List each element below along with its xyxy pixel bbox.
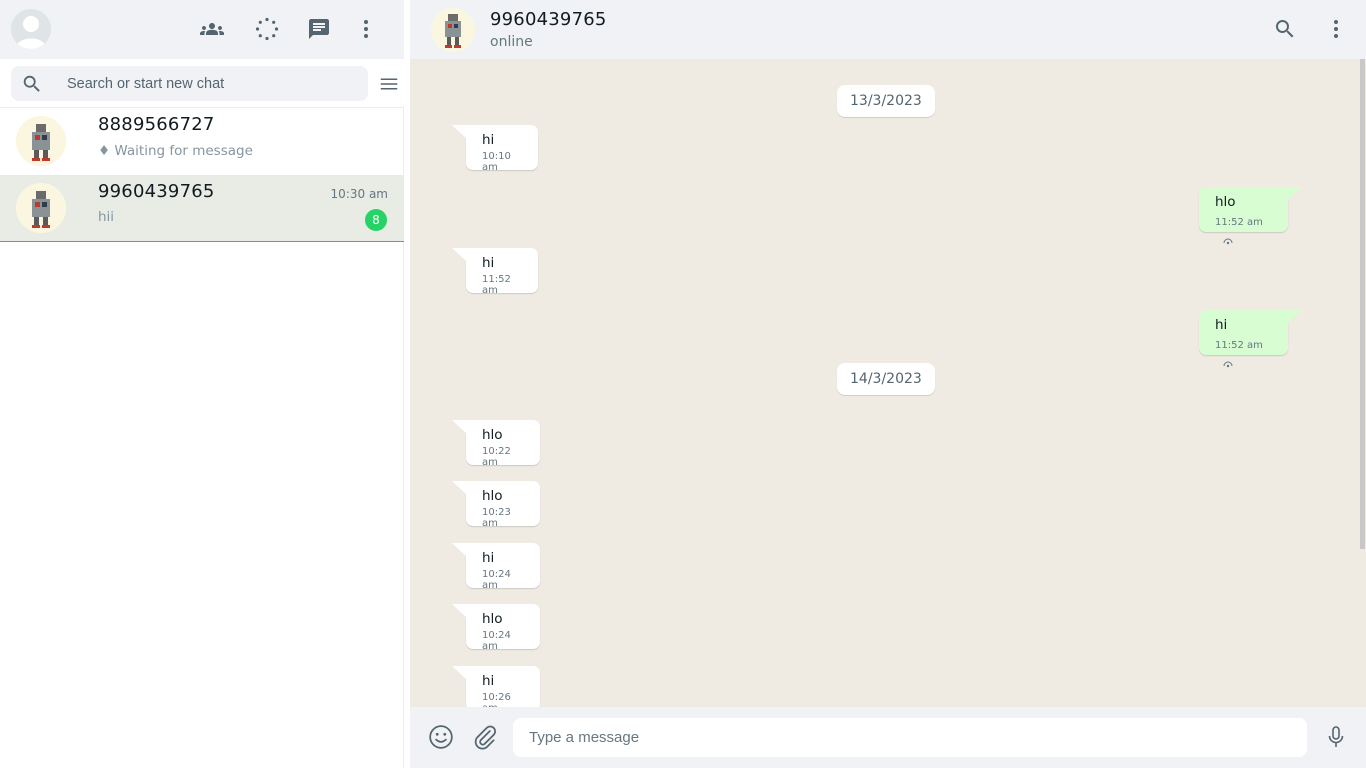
- communities-icon[interactable]: [198, 15, 226, 43]
- incoming-message[interactable]: hi 10:10 am: [452, 125, 538, 173]
- search-input[interactable]: [67, 66, 357, 101]
- message-text: hlo: [1215, 194, 1236, 210]
- message-text: hlo: [482, 427, 503, 443]
- message-time: 10:24 am: [482, 630, 511, 652]
- incoming-message[interactable]: hi 11:52 am: [452, 248, 538, 296]
- search-icon[interactable]: [21, 73, 43, 95]
- my-profile-avatar[interactable]: [11, 9, 51, 49]
- search-bar: [0, 59, 404, 108]
- message-time: 10:26 am: [482, 692, 511, 707]
- contact-status: online: [490, 34, 533, 50]
- robot-avatar-icon: [16, 183, 66, 233]
- menu-icon[interactable]: [352, 15, 380, 43]
- chat-time: 10:30 am: [330, 187, 388, 201]
- read-receipt-icon: [1223, 238, 1233, 245]
- contact-avatar: [16, 183, 66, 233]
- left-header: [0, 0, 404, 59]
- emoji-icon[interactable]: [428, 724, 454, 750]
- message-text: hlo: [482, 488, 503, 504]
- message-time: 10:10 am: [482, 151, 511, 173]
- composer-bar: [410, 707, 1366, 768]
- incoming-message[interactable]: hlo 10:22 am: [452, 420, 540, 468]
- default-avatar-icon: [11, 9, 51, 49]
- outgoing-message[interactable]: hlo 11:52 am: [1199, 187, 1302, 245]
- chat-preview: hii: [98, 209, 115, 225]
- message-text: hi: [482, 550, 495, 566]
- search-icon[interactable]: [1271, 15, 1299, 43]
- unread-count-badge: 8: [365, 209, 387, 231]
- attach-icon[interactable]: [472, 724, 498, 750]
- message-box[interactable]: [513, 718, 1307, 757]
- menu-icon[interactable]: [1322, 15, 1350, 43]
- message-time: 10:22 am: [482, 446, 511, 468]
- incoming-message[interactable]: hlo 10:24 am: [452, 604, 540, 652]
- incoming-message[interactable]: hlo 10:23 am: [452, 481, 540, 529]
- incoming-message[interactable]: hi 10:24 am: [452, 543, 540, 591]
- date-divider: 13/3/2023: [837, 85, 935, 117]
- scrollbar[interactable]: [1360, 59, 1365, 549]
- message-list[interactable]: 13/3/2023 hi 10:10 am hlo 11:52 am hi 11…: [410, 59, 1366, 707]
- chat-preview: ♦ Waiting for message: [98, 143, 253, 159]
- robot-avatar-icon: [16, 116, 66, 166]
- status-icon[interactable]: [253, 15, 281, 43]
- conversation-header[interactable]: 9960439765 online: [410, 0, 1366, 59]
- chat-list-panel: 8889566727 ♦ Waiting for message 9960439…: [0, 0, 404, 768]
- outgoing-message[interactable]: hi 11:52 am: [1199, 310, 1302, 368]
- contact-avatar: [16, 116, 66, 166]
- chat-name: 8889566727: [98, 114, 215, 135]
- message-time: 10:24 am: [482, 569, 511, 591]
- chat-list-item[interactable]: 8889566727 ♦ Waiting for message: [0, 108, 404, 175]
- filter-menu-icon[interactable]: [378, 73, 400, 95]
- message-time: 10:23 am: [482, 507, 511, 529]
- message-text: hi: [1215, 317, 1228, 333]
- read-receipt-icon: [1223, 361, 1233, 368]
- message-text: hi: [482, 673, 495, 689]
- conversation-panel: 9960439765 online 13/3/2023 hi 10:10 am …: [410, 0, 1366, 768]
- contact-avatar[interactable]: [431, 8, 475, 52]
- new-chat-icon[interactable]: [305, 15, 333, 43]
- search-box[interactable]: [11, 66, 368, 101]
- chat-name: 9960439765: [98, 181, 215, 202]
- microphone-icon[interactable]: [1324, 724, 1348, 750]
- message-time: 11:52 am: [482, 274, 511, 296]
- message-text: hlo: [482, 611, 503, 627]
- contact-name: 9960439765: [490, 9, 607, 30]
- message-text: hi: [482, 255, 495, 271]
- message-time: 11:52 am: [1215, 340, 1263, 351]
- robot-avatar-icon: [431, 8, 475, 52]
- message-input[interactable]: [529, 718, 1289, 757]
- message-time: 11:52 am: [1215, 217, 1263, 228]
- chat-list-item-active[interactable]: 9960439765 10:30 am hii 8: [0, 175, 404, 242]
- incoming-message[interactable]: hi 10:26 am: [452, 666, 540, 707]
- date-divider: 14/3/2023: [837, 363, 935, 395]
- message-text: hi: [482, 132, 495, 148]
